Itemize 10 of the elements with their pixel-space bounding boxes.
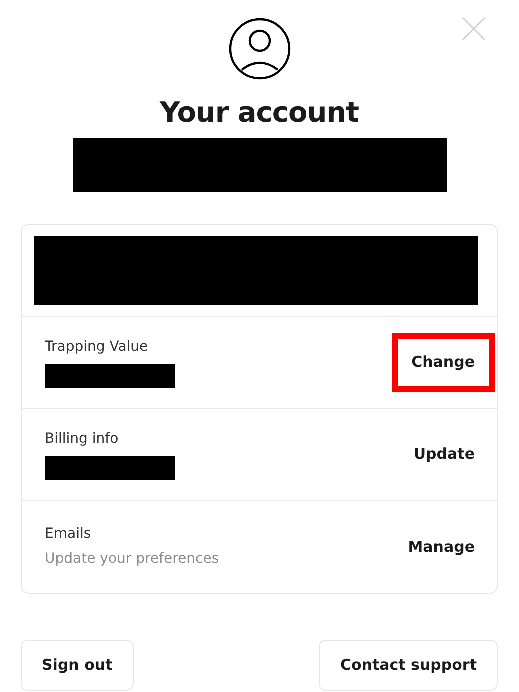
setting-detail: Update your preferences: [45, 550, 220, 569]
setting-label: Emails: [45, 525, 92, 544]
setting-label: Trapping Value: [45, 338, 150, 357]
action-button[interactable]: Change: [392, 333, 495, 392]
sign-out-button[interactable]: Sign out: [21, 640, 134, 690]
setting-label: Billing info: [45, 430, 120, 449]
page-title: Your account: [158, 95, 360, 131]
close-button[interactable]: [462, 16, 486, 40]
support-button[interactable]: Contact support: [319, 640, 498, 690]
avatar-icon: [228, 18, 290, 80]
